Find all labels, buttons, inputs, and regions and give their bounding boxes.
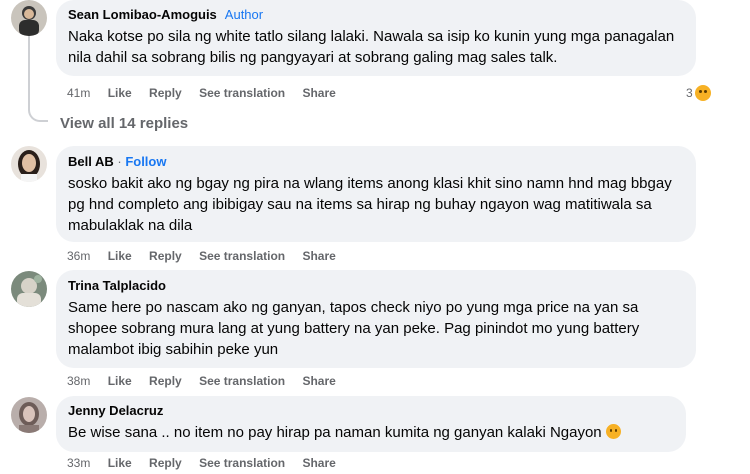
comment-text: Naka kotse po sila ng white tatlo silang… <box>68 28 675 66</box>
comment-timestamp[interactable]: 33m <box>67 456 90 470</box>
reply-button[interactable]: Reply <box>149 249 182 263</box>
share-button[interactable]: Share <box>302 86 335 100</box>
comment-bubble: Bell AB · Follow sosko bakit ako ng bgay… <box>56 146 696 242</box>
comment-bubble: Sean Lomibao-Amoguis Author Naka kotse po… <box>56 0 696 76</box>
comment-timestamp[interactable]: 38m <box>67 374 90 388</box>
comment-timestamp[interactable]: 41m <box>67 86 90 100</box>
avatar-trina[interactable] <box>11 271 47 307</box>
like-button[interactable]: Like <box>108 249 132 263</box>
comment-timestamp[interactable]: 36m <box>67 249 90 263</box>
share-button[interactable]: Share <box>302 249 335 263</box>
comment-actions: 33m Like Reply See translation Share <box>67 455 350 471</box>
view-all-replies-link[interactable]: View all 14 replies <box>60 115 188 132</box>
reaction-count: 3 <box>686 86 693 100</box>
sad-face-icon <box>694 85 711 101</box>
comment-text: Be wise sana .. no item no pay hirap pa … <box>68 422 674 443</box>
avatar-bell[interactable] <box>11 146 47 182</box>
reaction-summary[interactable]: 3 <box>686 85 711 101</box>
avatar-sean[interactable] <box>11 0 47 36</box>
comment-actions: 36m Like Reply See translation Share <box>67 248 350 264</box>
reply-button[interactable]: Reply <box>149 456 182 470</box>
separator-dot: · <box>113 154 126 169</box>
comment-actions: 38m Like Reply See translation Share <box>67 373 350 389</box>
reply-button[interactable]: Reply <box>149 86 182 100</box>
comment-actions: 41m Like Reply See translation Share <box>67 85 350 101</box>
reply-button[interactable]: Reply <box>149 374 182 388</box>
avatar-jenny[interactable] <box>11 397 47 433</box>
see-translation-button[interactable]: See translation <box>199 249 285 263</box>
commenter-name[interactable]: Bell AB <box>68 154 114 169</box>
commenter-name[interactable]: Jenny Delacruz <box>68 403 674 419</box>
comment-text-body: Be wise sana .. no item no pay hirap pa … <box>68 424 602 441</box>
surprised-face-icon <box>605 424 621 439</box>
comment-bubble: Trina Talplacido Same here po nascam ako… <box>56 270 696 368</box>
like-button[interactable]: Like <box>108 86 132 100</box>
comment-text: sosko bakit ako ng bgay ng pira na wlang… <box>68 175 672 234</box>
commenter-name[interactable]: Trina Talplacido <box>68 278 684 294</box>
commenter-name[interactable]: Sean Lomibao-Amoguis <box>68 7 217 22</box>
comment-bubble: Jenny Delacruz Be wise sana .. no item n… <box>56 396 686 452</box>
comment-text: Same here po nascam ako ng ganyan, tapos… <box>68 299 640 358</box>
share-button[interactable]: Share <box>302 374 335 388</box>
like-button[interactable]: Like <box>108 374 132 388</box>
share-button[interactable]: Share <box>302 456 335 470</box>
like-button[interactable]: Like <box>108 456 132 470</box>
see-translation-button[interactable]: See translation <box>199 456 285 470</box>
author-badge: Author <box>224 7 264 22</box>
follow-button[interactable]: Follow <box>125 154 166 169</box>
see-translation-button[interactable]: See translation <box>199 374 285 388</box>
see-translation-button[interactable]: See translation <box>199 86 285 100</box>
